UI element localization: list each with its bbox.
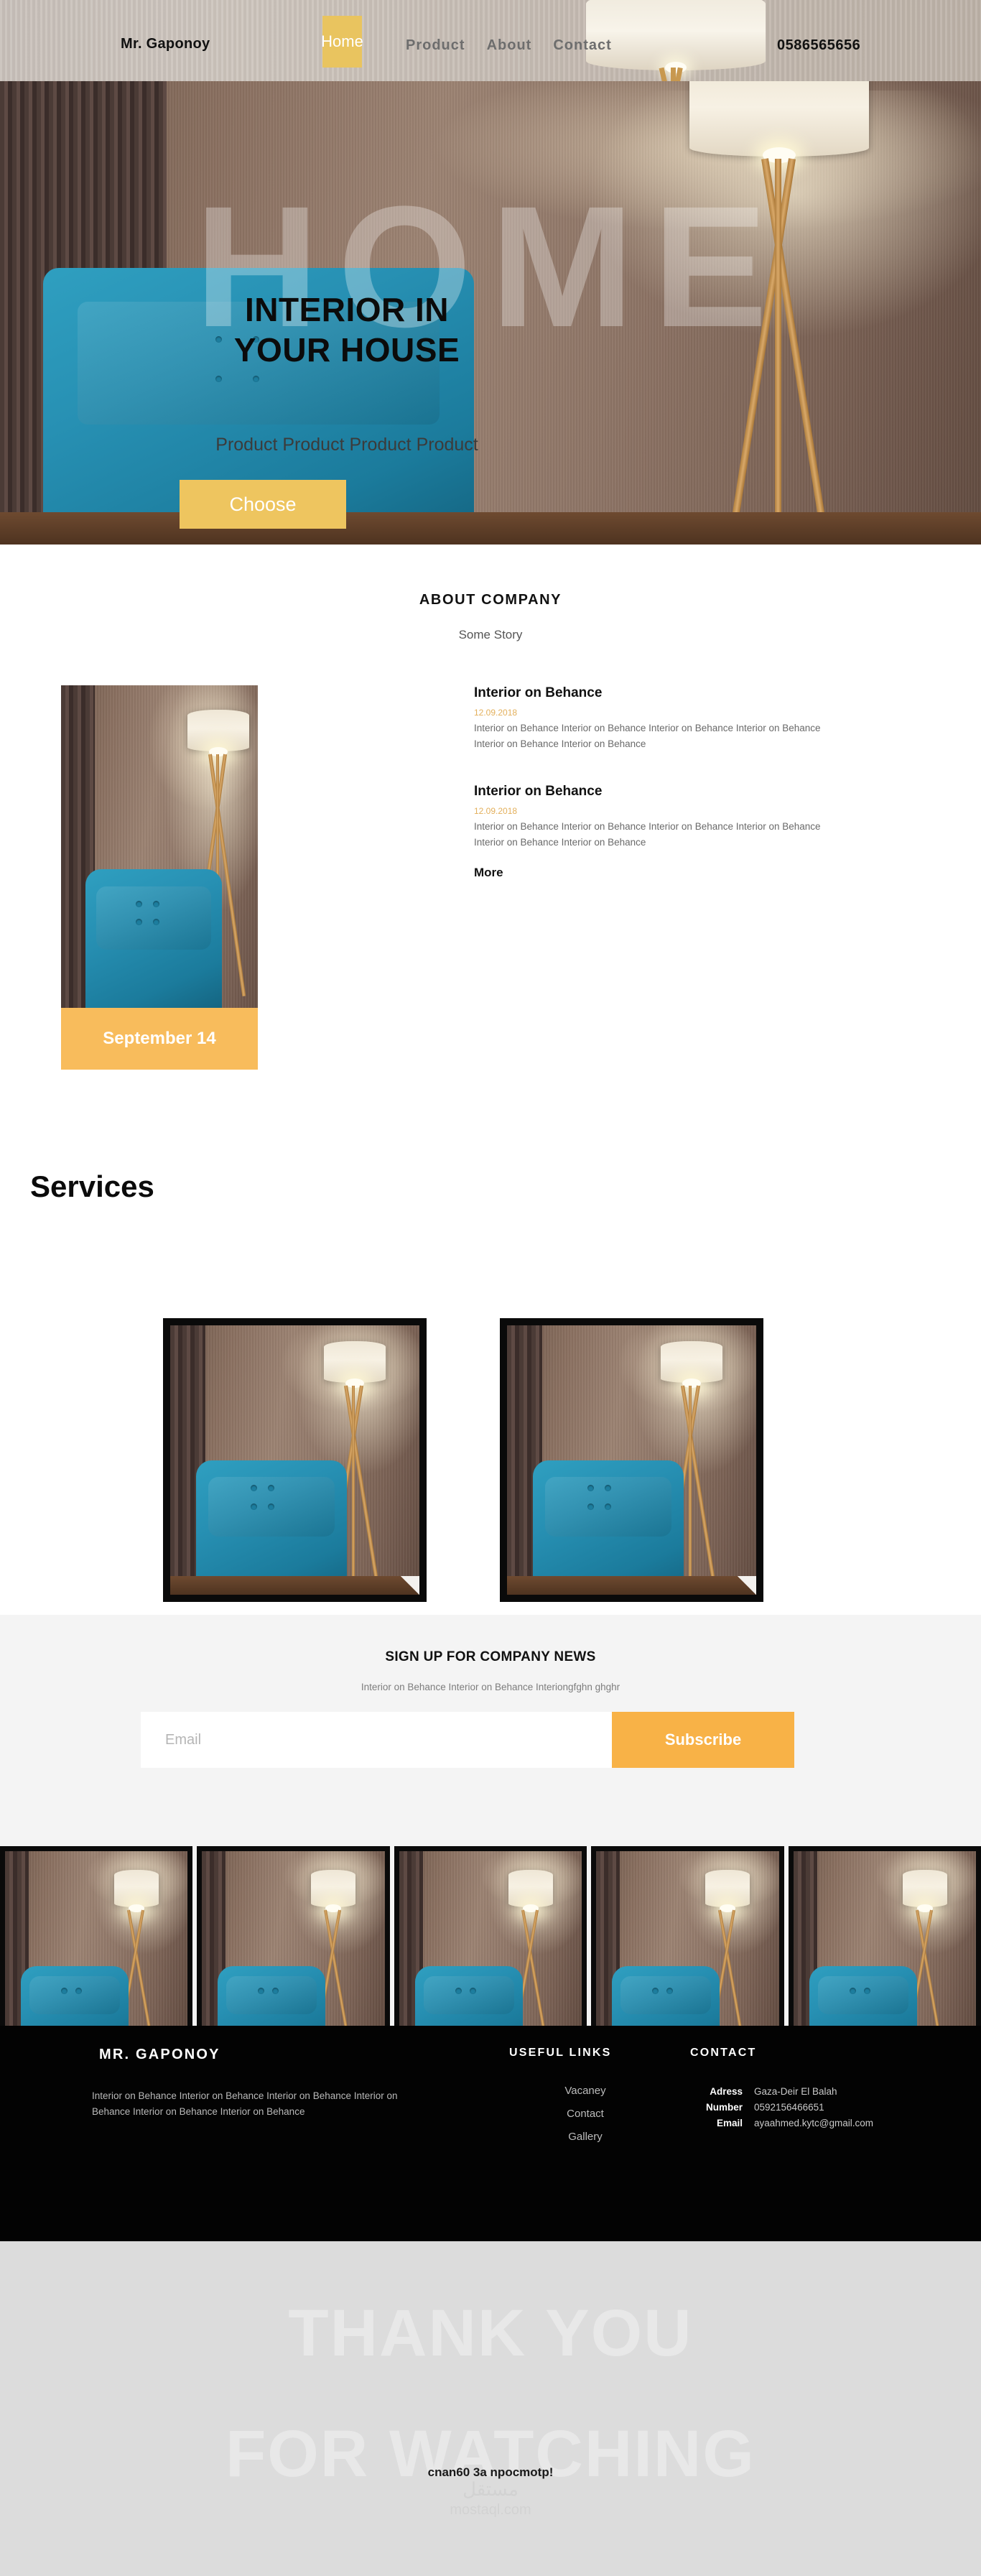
- footer-contact-value: Gaza-Deir El Balah: [754, 2086, 837, 2097]
- watermark-domain-text: mostaql.com: [450, 2502, 531, 2518]
- site-brand[interactable]: Mr. Gaponoy: [121, 36, 210, 52]
- article-date: 12.09.2018: [474, 805, 518, 816]
- main-nav: Product About Contact: [406, 37, 612, 54]
- nav-item-product[interactable]: Product: [406, 37, 465, 54]
- hero-section: HOME INTERIOR IN YOUR HOUSE Product Prod…: [0, 81, 981, 545]
- site-footer: MR. GAPONOY Interior on Behance Interior…: [0, 2026, 981, 2241]
- newsletter-form: Subscribe: [141, 1712, 794, 1768]
- gallery-item[interactable]: [591, 1846, 784, 2026]
- nav-item-home[interactable]: Home: [321, 16, 363, 68]
- services-title: Services: [30, 1169, 154, 1203]
- gallery-item[interactable]: [0, 1846, 193, 2026]
- footer-contact-title: CONTACT: [690, 2047, 757, 2059]
- about-date-badge: September 14: [61, 1008, 258, 1070]
- footer-contact-row: Number 0592156466651: [682, 2102, 873, 2113]
- newsletter-subtitle: Interior on Behance Interior on Behance …: [361, 1682, 620, 1692]
- footer-contact-row: Email ayaahmed.kytc@gmail.com: [682, 2118, 873, 2128]
- more-link[interactable]: More: [474, 866, 503, 880]
- nav-item-about[interactable]: About: [487, 37, 532, 54]
- gallery-item[interactable]: [197, 1846, 390, 2026]
- hero-content: INTERIOR IN YOUR HOUSE Product Product P…: [0, 81, 981, 545]
- about-feature-card[interactable]: September 14: [61, 685, 258, 1070]
- gallery-item[interactable]: [394, 1846, 587, 2026]
- article-heading: Interior on Behance: [474, 685, 603, 700]
- article-body: Interior on Behance Interior on Behance …: [474, 820, 821, 848]
- article-date: 12.09.2018: [474, 708, 518, 718]
- footer-contact-value: 0592156466651: [754, 2102, 824, 2113]
- thank-you-section: THANK YOU FOR WATCHING cnan60 3a npocmot…: [0, 2241, 981, 2576]
- service-image-2[interactable]: [500, 1318, 763, 1602]
- service-frame-corner: [399, 1576, 419, 1595]
- footer-contact-list: Adress Gaza-Deir El Balah Number 0592156…: [682, 2086, 873, 2133]
- footer-contact-key: Adress: [710, 2086, 743, 2097]
- about-company-section: ABOUT COMPANY Some Story September 14 In…: [0, 545, 981, 1083]
- about-title: ABOUT COMPANY: [419, 592, 562, 608]
- footer-contact-key: Number: [705, 2102, 743, 2113]
- services-section: Services: [0, 1083, 981, 1615]
- article-body: Interior on Behance Interior on Behance …: [474, 723, 821, 749]
- article-heading: Interior on Behance: [474, 783, 603, 799]
- about-articles: Interior on Behance 12.09.2018 Interior …: [474, 685, 847, 880]
- header-phone-number[interactable]: 0586565656: [777, 37, 860, 54]
- footer-link-gallery[interactable]: Gallery: [524, 2131, 646, 2143]
- site-header: Mr. Gaponoy Home Product About Contact 0…: [0, 0, 981, 81]
- article-item[interactable]: Interior on Behance 12.09.2018 Interior …: [474, 685, 847, 752]
- hero-subtitle: Product Product Product Product: [215, 435, 478, 455]
- article-item[interactable]: Interior on Behance 12.09.2018 Interior …: [474, 784, 847, 851]
- about-subtitle: Some Story: [458, 628, 523, 641]
- footer-useful-links: Vacaney Contact Gallery: [524, 2085, 646, 2154]
- hero-title-line1: INTERIOR IN: [244, 291, 450, 328]
- gallery-item[interactable]: [788, 1846, 981, 2026]
- footer-link-vacaney[interactable]: Vacaney: [524, 2085, 646, 2097]
- footer-contact-row: Adress Gaza-Deir El Balah: [682, 2086, 873, 2097]
- footer-link-contact[interactable]: Contact: [524, 2108, 646, 2120]
- footer-contact-value[interactable]: ayaahmed.kytc@gmail.com: [754, 2118, 873, 2128]
- hero-title-line2: YOUR HOUSE: [233, 331, 460, 369]
- service-frame-corner: [736, 1576, 756, 1595]
- gallery-strip: [0, 1846, 981, 2026]
- footer-contact-key: Email: [716, 2118, 743, 2128]
- service-image-1[interactable]: [163, 1318, 427, 1602]
- thank-you-line1: THANK YOU: [288, 2297, 693, 2370]
- article-spacer: [474, 752, 847, 784]
- newsletter-title: SIGN UP FOR COMPANY NEWS: [385, 1649, 596, 1664]
- subscribe-button[interactable]: Subscribe: [612, 1712, 794, 1768]
- footer-description: Interior on Behance Interior on Behance …: [92, 2090, 398, 2118]
- mostaql-watermark: مستقل mostaql.com: [450, 2478, 531, 2519]
- email-input[interactable]: [141, 1712, 612, 1768]
- hero-title: INTERIOR IN YOUR HOUSE: [167, 289, 526, 370]
- footer-brand: MR. GAPONOY: [99, 2047, 220, 2062]
- watermark-arabic-text: مستقل: [462, 2478, 519, 2500]
- nav-item-contact[interactable]: Contact: [553, 37, 611, 54]
- thank-you-note: cnan60 3a npocmotp!: [427, 2465, 554, 2479]
- footer-useful-links-title: USEFUL LINKS: [509, 2047, 612, 2059]
- header-lamp-decoration: [586, 0, 766, 81]
- choose-button[interactable]: Choose: [180, 480, 346, 529]
